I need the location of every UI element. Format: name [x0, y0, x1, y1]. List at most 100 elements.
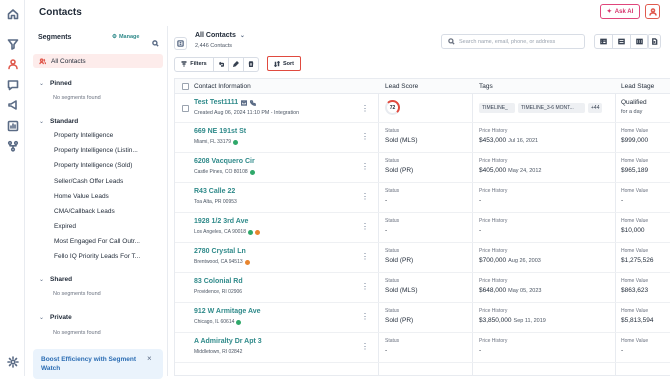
sort-icon — [274, 60, 280, 67]
settings-icon[interactable] — [6, 355, 19, 368]
ask-ai-button[interactable]: ✦ Ask AI — [600, 4, 640, 19]
more-icon[interactable]: ⋮ — [361, 163, 369, 171]
reports-icon[interactable] — [6, 119, 19, 132]
column-header[interactable]: Lead Score — [385, 83, 418, 90]
filters-button[interactable]: Filters — [174, 56, 214, 72]
table-row[interactable]: 83 Colonial Rd Providence, RI 02906 ⋮ Statu… — [175, 273, 670, 303]
price-history-label: Price History — [479, 128, 508, 134]
table-row[interactable]: 2780 Crystal Ln Brentwood, CA 94513 ⋮ Statu… — [175, 243, 670, 273]
search-box[interactable] — [441, 34, 585, 49]
segment-item[interactable]: Seller/Cash Offer Leads — [54, 178, 123, 185]
close-icon[interactable]: × — [147, 354, 152, 363]
segment-item[interactable]: Home Value Leads — [54, 193, 109, 200]
search-input[interactable] — [459, 38, 579, 45]
chevron-down-icon: ⌄ — [39, 315, 45, 321]
price-value: $405,000 — [479, 167, 507, 174]
view-selector[interactable]: All Contacts ⌄ — [195, 32, 245, 39]
price-date: May 05, 2023 — [508, 288, 542, 294]
table-row[interactable]: A Admiralty Dr Apt 3 Middletown, RI 02842… — [175, 333, 670, 363]
property-address[interactable]: R43 Calle 22 — [194, 188, 235, 195]
table-row[interactable]: 6208 Vacquero Cir Castle Pines, CO 80108 ⋮… — [175, 153, 670, 183]
table-row[interactable]: 669 NE 191st St Miami, FL 33179 ⋮ Status Sol… — [175, 123, 670, 153]
more-icon[interactable]: ⋮ — [361, 223, 369, 231]
table-row[interactable]: R43 Calle 22 Toa Alta, PR 00953 ⋮ Status - Pr… — [175, 183, 670, 213]
more-icon[interactable]: ⋮ — [361, 105, 369, 113]
column-header[interactable]: Lead Stage — [621, 83, 654, 90]
property-address[interactable]: 2780 Crystal Ln — [194, 248, 246, 255]
price-history-value: $700,000 Aug 26, 2003 — [479, 257, 541, 264]
undo-button[interactable] — [214, 56, 229, 72]
card-view-button[interactable] — [613, 35, 631, 48]
map-view-button[interactable] — [631, 35, 648, 48]
property-address[interactable]: A Admiralty Dr Apt 3 — [194, 338, 262, 345]
table-header: Contact Information Lead Score Tags Lead… — [175, 79, 670, 94]
edit-button[interactable] — [229, 56, 244, 72]
segment-item[interactable]: Property Intelligence (Sold) — [54, 162, 132, 169]
price-date: Sep 11, 2019 — [513, 318, 546, 324]
add-contact-button[interactable] — [647, 34, 661, 49]
segment-item[interactable]: Fello IQ Priority Leads For T... — [54, 253, 140, 260]
column-header[interactable]: Contact Information — [194, 83, 251, 90]
status-label: Status — [385, 188, 400, 194]
segment-item[interactable]: Property Intelligence — [54, 132, 113, 139]
group-standard[interactable]: ⌄ Standard — [39, 118, 78, 125]
messages-icon[interactable] — [6, 78, 19, 91]
promo-text: Boost Efficiency with Segment Watch — [41, 356, 136, 372]
segment-item[interactable]: CMA/Callback Leads — [54, 208, 115, 215]
more-icon[interactable]: ⋮ — [361, 313, 369, 321]
contacts-icon[interactable] — [6, 57, 19, 70]
location-text: Middletown, RI 02842 — [194, 349, 243, 355]
property-address[interactable]: 912 W Armitage Ave — [194, 308, 261, 315]
status-label: Status — [385, 158, 400, 164]
group-pinned[interactable]: ⌄ Pinned — [39, 80, 72, 87]
table-view-button[interactable] — [595, 35, 613, 48]
column-header[interactable]: Tags — [479, 83, 493, 90]
tag-more-chip[interactable]: +44 — [588, 103, 603, 113]
more-icon[interactable]: ⋮ — [361, 133, 369, 141]
segment-item[interactable]: Expired — [54, 223, 76, 230]
more-icon[interactable]: ⋮ — [361, 343, 369, 351]
contact-name[interactable]: Test Test1111 — [194, 99, 257, 106]
user-menu-button[interactable] — [645, 4, 660, 19]
home-value: - — [621, 197, 624, 204]
status-label: Status — [385, 218, 400, 224]
property-location: Castle Pines, CO 80108 — [194, 169, 255, 175]
table-row[interactable]: 1928 1/2 3rd Ave Los Angeles, CA 90018 ⋮ St… — [175, 213, 670, 243]
more-icon[interactable]: ⋮ — [361, 253, 369, 261]
workflow-icon[interactable] — [6, 139, 19, 152]
more-icon[interactable]: ⋮ — [361, 283, 369, 291]
segment-item[interactable]: Property Intelligence (Listin... — [54, 147, 138, 154]
campaign-icon[interactable] — [6, 98, 19, 111]
price-value: $648,000 — [479, 287, 507, 294]
delete-button[interactable] — [244, 56, 259, 72]
grid-icon — [618, 38, 625, 45]
group-private[interactable]: ⌄ Private — [39, 314, 72, 321]
home-icon[interactable] — [6, 7, 19, 20]
group-shared[interactable]: ⌄ Shared — [39, 276, 72, 283]
sort-button[interactable]: Sort — [267, 56, 301, 71]
price-history-value: $648,000 May 05, 2023 — [479, 287, 541, 294]
status-label: Status — [385, 308, 400, 314]
tag-chip[interactable]: TIMELINE_3-6 MONT... — [518, 103, 585, 113]
home-value-label: Home Value — [621, 248, 649, 254]
property-address[interactable]: 83 Colonial Rd — [194, 278, 243, 285]
more-icon[interactable]: ⋮ — [361, 193, 369, 201]
home-value-label: Home Value — [621, 218, 649, 224]
tag-chip[interactable]: TIMELINE_ — [479, 103, 515, 113]
table-row[interactable]: Test Test1111 Created Aug 06, 2024 11:10… — [175, 95, 670, 123]
property-address[interactable]: 1928 1/2 3rd Ave — [194, 218, 248, 225]
segment-all-contacts[interactable]: All Contacts — [33, 54, 163, 68]
price-history-label: Price History — [479, 308, 508, 314]
funnel-icon[interactable] — [6, 37, 19, 50]
property-address[interactable]: 6208 Vacquero Cir — [194, 158, 255, 165]
segment-item[interactable]: Most Engaged For Call Outr... — [54, 238, 140, 245]
location-text: Miami, FL 33179 — [194, 139, 232, 145]
select-all-checkbox[interactable] — [182, 83, 189, 90]
list-view-icon[interactable] — [174, 37, 187, 50]
manage-segments-button[interactable]: ⚙ Manage — [112, 34, 139, 40]
price-history-label: Price History — [479, 338, 508, 344]
row-checkbox[interactable] — [182, 105, 189, 112]
segment-search-icon[interactable] — [152, 34, 159, 47]
property-address[interactable]: 669 NE 191st St — [194, 128, 246, 135]
table-row[interactable]: 912 W Armitage Ave Chicago, IL 60614 ⋮ Stat… — [175, 303, 670, 333]
